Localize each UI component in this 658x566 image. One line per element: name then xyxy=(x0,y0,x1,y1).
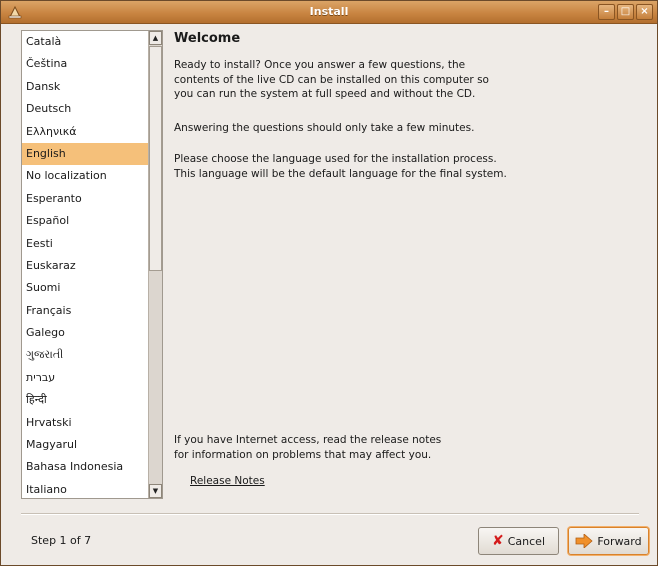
language-item[interactable]: Bahasa Indonesia xyxy=(22,456,149,478)
internet-note: If you have Internet access, read the re… xyxy=(174,433,644,462)
time-note-line: Answering the questions should only take… xyxy=(174,122,475,134)
language-item[interactable]: Suomi xyxy=(22,277,149,299)
scroll-up-button[interactable]: ▲ xyxy=(149,31,162,45)
language-item[interactable]: Italiano xyxy=(22,479,149,498)
cancel-button[interactable]: ✘ Cancel xyxy=(478,527,559,555)
language-item[interactable]: Čeština xyxy=(22,53,149,75)
step-indicator: Step 1 of 7 xyxy=(31,534,92,547)
maximize-button[interactable]: □ xyxy=(617,4,634,20)
page-title: Welcome xyxy=(174,31,241,46)
minimize-icon: – xyxy=(604,6,609,17)
intro-line: Ready to install? Once you answer a few … xyxy=(174,59,466,71)
cancel-icon: ✘ xyxy=(492,533,504,549)
title-bar[interactable]: Install – □ × xyxy=(1,1,657,24)
installer-window: Install – □ × Català Čeština Dansk Deutsch Ε… xyxy=(0,0,658,566)
language-item[interactable]: No localization xyxy=(22,165,149,187)
language-item[interactable]: ગુજરાતી xyxy=(22,344,149,366)
close-icon: × xyxy=(640,6,649,17)
close-button[interactable]: × xyxy=(636,4,653,20)
language-item[interactable]: Dansk xyxy=(22,76,149,98)
maximize-icon: □ xyxy=(620,6,631,17)
forward-button-label: Forward xyxy=(597,534,642,548)
language-item[interactable]: עברית xyxy=(22,367,149,389)
time-note: Answering the questions should only take… xyxy=(174,121,644,136)
language-note-line: Please choose the language used for the … xyxy=(174,153,497,165)
language-list-scrollbar[interactable]: ▲ ▼ xyxy=(148,31,162,498)
arrow-down-icon: ▼ xyxy=(152,487,159,495)
language-item[interactable]: Ελληνικά xyxy=(22,121,149,143)
language-note: Please choose the language used for the … xyxy=(174,152,644,181)
language-item[interactable]: Français xyxy=(22,300,149,322)
release-notes-link[interactable]: Release Notes xyxy=(190,475,265,487)
language-item[interactable]: Català xyxy=(22,31,149,53)
window-title: Install xyxy=(309,5,349,18)
language-item[interactable]: Esperanto xyxy=(22,188,149,210)
intro-line: contents of the live CD can be installed… xyxy=(174,73,489,86)
language-item[interactable]: Galego xyxy=(22,322,149,344)
language-item[interactable]: Eesti xyxy=(22,233,149,255)
language-item[interactable]: Deutsch xyxy=(22,98,149,120)
welcome-header: Welcome xyxy=(174,31,644,46)
language-item[interactable]: Hrvatski xyxy=(22,412,149,434)
cancel-button-label: Cancel xyxy=(507,534,545,548)
footer-separator xyxy=(21,513,639,515)
arrow-up-icon: ▲ xyxy=(152,34,159,42)
language-item[interactable]: Euskaraz xyxy=(22,255,149,277)
intro-line: you can run the system at full speed and… xyxy=(174,88,476,100)
forward-arrow-icon xyxy=(575,534,593,548)
internet-note-line: If you have Internet access, read the re… xyxy=(174,434,442,446)
forward-button[interactable]: Forward xyxy=(568,527,649,555)
language-item[interactable]: हिन्दी xyxy=(22,389,149,411)
intro-paragraph: Ready to install? Once you answer a few … xyxy=(174,58,644,102)
language-item[interactable]: Español xyxy=(22,210,149,232)
language-list[interactable]: Català Čeština Dansk Deutsch Ελληνικά English… xyxy=(21,30,163,499)
language-list-items: Català Čeština Dansk Deutsch Ελληνικά English… xyxy=(22,31,149,498)
scrollbar-thumb[interactable] xyxy=(149,46,162,271)
language-item[interactable]: English xyxy=(22,142,149,166)
scroll-down-button[interactable]: ▼ xyxy=(149,484,162,498)
minimize-button[interactable]: – xyxy=(598,4,615,20)
internet-note-line: for information on problems that may aff… xyxy=(174,448,432,461)
language-item[interactable]: Magyarul xyxy=(22,434,149,456)
language-note-line: This language will be the default langua… xyxy=(174,167,507,180)
